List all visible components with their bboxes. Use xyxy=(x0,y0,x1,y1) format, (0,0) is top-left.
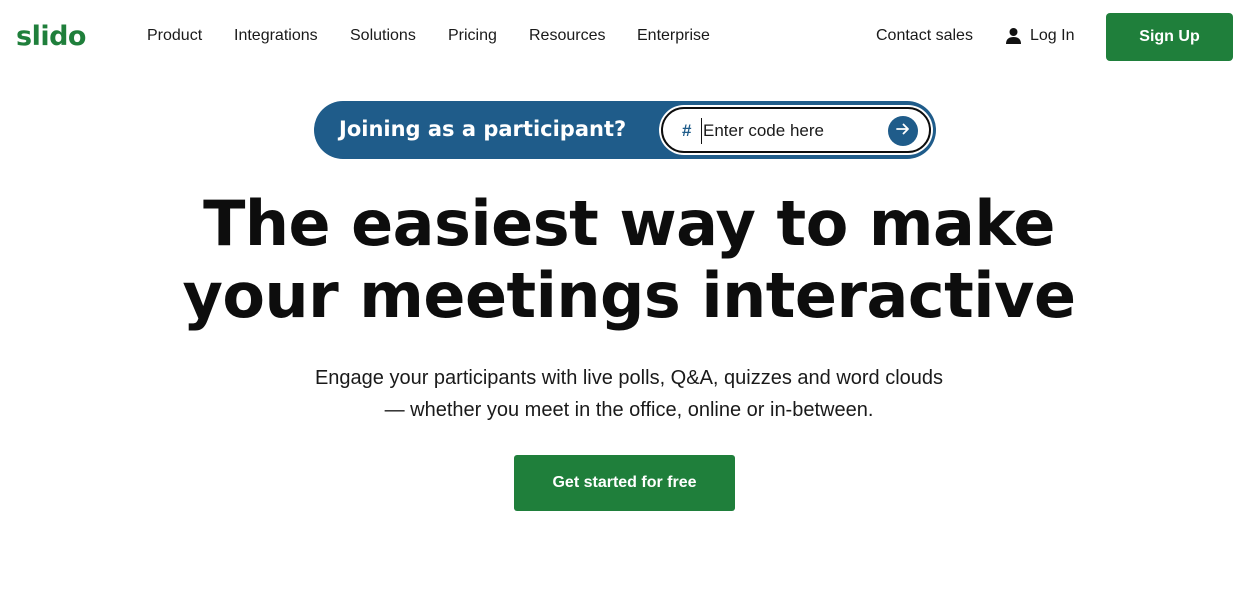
nav-item-resources[interactable]: Resources xyxy=(529,24,605,48)
event-code-field: # xyxy=(661,107,931,153)
participant-join-bar: Joining as a participant? # xyxy=(314,101,936,159)
login-link[interactable]: Log In xyxy=(1005,24,1074,48)
nav-item-solutions[interactable]: Solutions xyxy=(350,24,416,48)
hero-title: The easiest way to make your meetings in… xyxy=(0,188,1258,332)
sign-up-button[interactable]: Sign Up xyxy=(1106,13,1233,61)
site-header: slido Product Integrations Solutions Pri… xyxy=(0,0,1258,74)
hash-icon: # xyxy=(682,121,692,140)
nav-item-integrations[interactable]: Integrations xyxy=(234,24,318,48)
hero-subtitle-line-2: — whether you meet in the office, online… xyxy=(384,399,874,421)
arrow-right-icon xyxy=(895,121,911,142)
hero-subtitle: Engage your participants with live polls… xyxy=(0,362,1258,426)
login-label: Log In xyxy=(1030,27,1075,44)
event-code-input[interactable] xyxy=(701,118,881,144)
nav-item-pricing[interactable]: Pricing xyxy=(448,24,497,48)
join-label: Joining as a participant? xyxy=(339,117,627,141)
hero-title-line-1: The easiest way to make xyxy=(203,187,1055,260)
nav-item-enterprise[interactable]: Enterprise xyxy=(637,24,710,48)
slido-logo[interactable]: slido xyxy=(16,20,86,54)
nav-item-product[interactable]: Product xyxy=(147,24,202,48)
user-icon xyxy=(1005,27,1022,45)
join-submit-button[interactable] xyxy=(888,116,918,146)
get-started-button[interactable]: Get started for free xyxy=(514,455,735,511)
contact-sales-link[interactable]: Contact sales xyxy=(876,24,973,48)
hero-title-line-2: your meetings interactive xyxy=(182,259,1076,332)
hero-subtitle-line-1: Engage your participants with live polls… xyxy=(314,367,944,389)
